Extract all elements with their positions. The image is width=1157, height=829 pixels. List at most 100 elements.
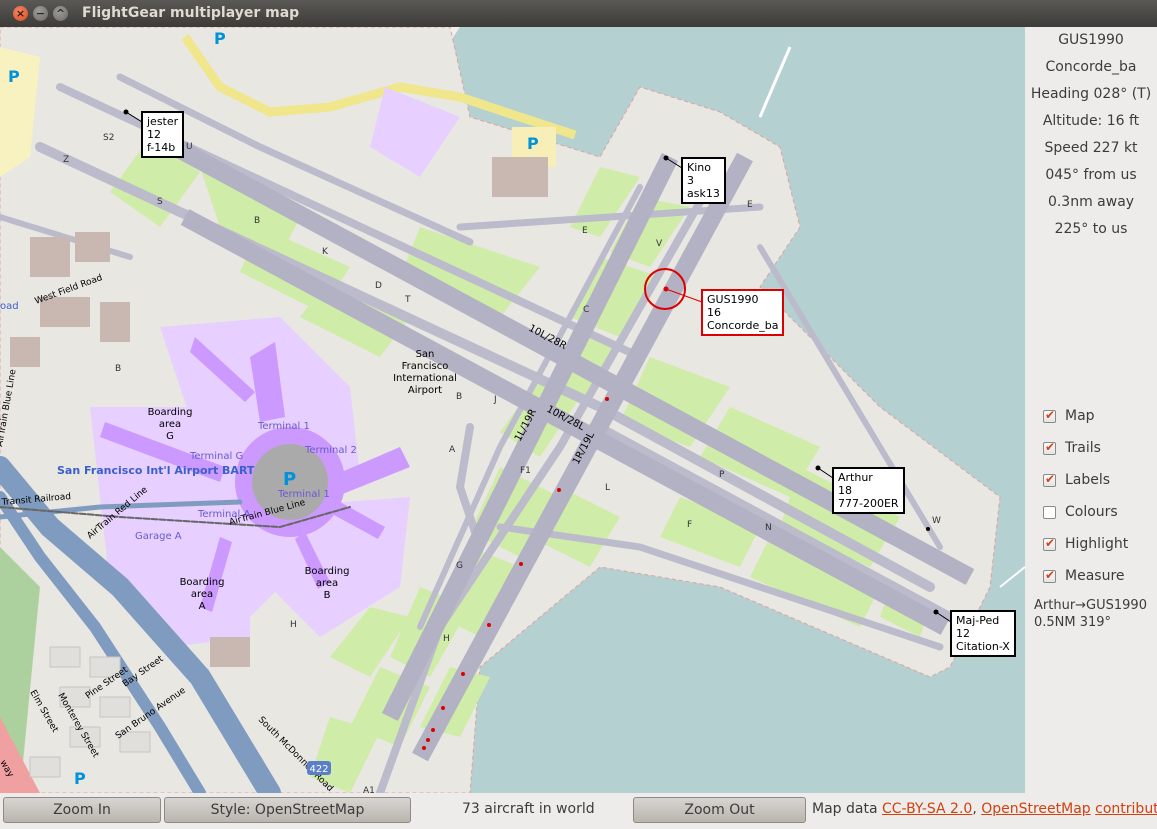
garage-a-label: Garage A [135,531,182,542]
aircraft-altitude: 12 [147,128,161,141]
aircraft-kino-marker[interactable] [663,155,669,161]
parking-icon: P [214,29,226,48]
measure-result: 0.5NM 319° [1034,615,1112,630]
aircraft-arthur-marker[interactable] [815,465,821,471]
aircraft-altitude: 16 [707,306,721,319]
boarding-g-line-1: Boarding [148,407,193,418]
airport-name-line-1: San [416,349,435,360]
taxiway-s2-label: S2 [103,133,114,143]
selected-speed: Speed 227 kt [1044,140,1138,156]
openstreetmap-link[interactable]: OpenStreetMap [981,801,1090,817]
taxiway-letter: J [493,395,497,405]
boarding-b-line-3: B [324,590,331,601]
taxiway-letter: V [656,239,663,249]
boarding-g-line-3: G [166,431,174,442]
parking-icon: P [283,469,296,490]
taxiway-letter: Z [63,155,69,165]
terminal-2-label: Terminal 2 [304,445,357,456]
option-label: Measure [1065,568,1125,584]
aircraft-label-majped[interactable]: Maj-Ped 12 Citation-X [950,610,1016,657]
trails-checkbox[interactable] [1043,440,1056,455]
aircraft-model: 777-200ER [838,497,899,510]
aircraft-label-gus1990[interactable]: GUS1990 16 Concorde_ba [701,289,785,336]
app-window: × − ^ FlightGear multiplayer map San Fra… [0,0,1157,829]
close-icon: × [15,7,26,20]
aircraft-label-kino[interactable]: Kino 3 ask13 [681,157,726,204]
option-label: Map [1065,408,1095,424]
info-sidebar: GUS1990 Concorde_ba Heading 028° (T) Alt… [1025,27,1157,793]
parking-icon: P [74,769,86,788]
selected-bearing-from: 045° from us [1045,167,1137,183]
contributors-link[interactable]: contributors [1095,801,1157,817]
taxiway-letter: F [687,520,692,530]
aircraft-jester-marker[interactable] [123,109,129,115]
maximize-window-button[interactable]: ^ [53,6,68,21]
bart-station-label: San Francisco Int'l Airport BART [57,464,255,477]
selected-heading: Heading 028° (T) [1030,86,1152,102]
taxiway-letter: H [290,620,297,630]
taxiway-letter: E [582,226,588,236]
license-link[interactable]: CC-BY-SA 2.0 [882,801,972,817]
taxiway-letter: T [404,295,411,305]
option-label: Colours [1065,504,1118,520]
aircraft-gus1990-marker[interactable] [663,286,669,292]
taxiway-letter: N [765,523,772,533]
measure-checkbox[interactable] [1043,568,1056,583]
taxiway-letter: L [605,483,610,493]
taxiway-f1-label: F1 [520,466,531,476]
taxiway-letter: D [375,281,382,291]
maximize-icon: ^ [55,7,66,20]
aircraft-altitude: 18 [838,484,852,497]
zoom-out-button[interactable]: Zoom Out [633,797,806,823]
colours-checkbox[interactable] [1043,506,1056,519]
taxiway-letter: S [157,197,163,207]
airport-name-line-4: Airport [408,385,442,396]
aircraft-model: Citation-X [956,640,1010,653]
title-bar[interactable]: × − ^ FlightGear multiplayer map [0,0,1157,27]
taxiway-letter: B [254,216,260,226]
minimize-icon: − [35,7,46,20]
minimize-window-button[interactable]: − [33,6,48,21]
aircraft-altitude: 3 [687,174,694,187]
boarding-b-line-2: area [316,578,338,589]
option-label: Trails [1065,440,1101,456]
map-checkbox[interactable] [1043,408,1056,423]
selected-distance: 0.3nm away [1047,194,1135,210]
terminal-g-label: Terminal G [189,451,243,462]
taxiway-letter: E [747,200,753,210]
aircraft-callsign: Arthur [838,471,873,484]
airport-name-line-2: Francisco [402,361,449,372]
aircraft-callsign: GUS1990 [707,293,759,306]
taxiway-letter: C [583,305,589,315]
aircraft-label-jester[interactable]: jester 12 f-14b [141,111,185,158]
terminal-1-label: Terminal 1 [257,421,310,432]
close-window-button[interactable]: × [13,6,28,21]
aircraft-callsign: Maj-Ped [956,614,1000,627]
aircraft-label-arthur[interactable]: Arthur 18 777-200ER [832,467,905,514]
labels-checkbox[interactable] [1043,472,1056,487]
aircraft-callsign: jester [147,115,179,128]
map-attribution: Map data CC-BY-SA 2.0, OpenStreetMap con… [812,801,1157,817]
zoom-in-button[interactable]: Zoom In [3,797,161,823]
parking-icon: P [527,134,539,153]
taxiway-letter: H [443,634,450,644]
airport-name-line-3: International [393,373,457,384]
map-style-button[interactable]: Style: OpenStreetMap [164,797,411,823]
aircraft-marker[interactable] [926,527,930,531]
selected-bearing-to: 225° to us [1054,221,1128,237]
attribution-separator: , [972,801,982,817]
boarding-g-line-2: area [159,419,181,430]
selected-altitude: Altitude: 16 ft [1042,113,1140,129]
boarding-b-line-1: Boarding [305,566,350,577]
attribution-prefix: Map data [812,801,882,817]
selected-model: Concorde_ba [1045,59,1137,75]
aircraft-majped-marker[interactable] [933,609,939,615]
map-view[interactable]: San Francisco International Airport Boar… [0,27,1025,793]
aircraft-altitude: 12 [956,627,970,640]
aircraft-count: 73 aircraft in world [462,801,595,817]
road-fragment-label: oad [0,301,19,312]
aircraft-model: Concorde_ba [707,319,779,332]
highlight-checkbox[interactable] [1043,536,1056,551]
taxiway-letter: A [449,445,456,455]
route-422-label: 422 [309,764,328,775]
